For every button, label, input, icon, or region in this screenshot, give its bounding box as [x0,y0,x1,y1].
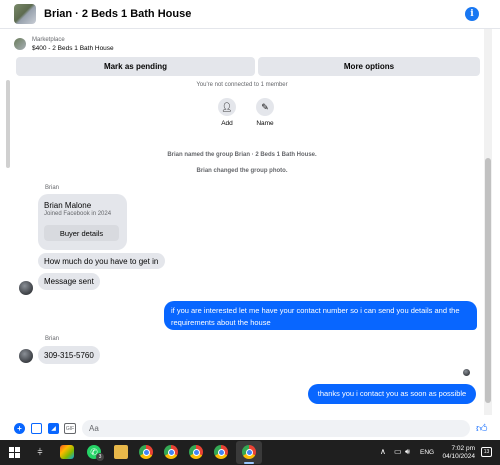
outgoing-message[interactable]: thanks you i contact you as soon as poss… [308,384,476,404]
system-message-changed-photo: Brian changed the group photo. [196,168,288,174]
windows-taskbar: ⫩ ✆ 3 ∧ ▭ 🔊︎ ENG 7:02 pm 04/10/2024 13 [0,440,500,465]
add-person-icon[interactable]: 👤︎ [218,98,236,116]
chevron-up-icon[interactable]: ∧ [380,447,386,456]
mark-as-pending-button[interactable]: Mark as pending [16,57,255,76]
buyer-profile-card: Brian Malone Joined Facebook in 2024 Buy… [38,194,127,250]
gif-icon[interactable]: GIF [64,423,76,434]
seen-avatar [463,369,470,376]
avatar[interactable] [19,349,33,363]
incoming-message[interactable]: 309-315-5760 [38,346,100,364]
incoming-message[interactable]: How much do you have to get in [38,253,165,269]
listing-thumbnail [14,38,26,50]
clock-time: 7:02 pm [451,445,476,452]
clock[interactable]: 7:02 pm 04/10/2024 [435,445,475,461]
sticker-icon[interactable]: ◢ [48,423,59,434]
buyer-joined: Joined Facebook in 2024 [44,211,112,217]
chrome-icon[interactable] [164,445,178,459]
notification-icon[interactable]: 13 [481,447,492,457]
incoming-message[interactable]: Message sent [38,273,100,290]
buyer-name[interactable]: Brian Malone [44,201,91,210]
active-indicator [244,462,254,464]
scrollbar-thumb[interactable] [485,158,491,403]
whatsapp-badge: 3 [96,453,104,461]
task-view-icon[interactable]: ⫩ [33,445,47,459]
info-icon[interactable]: i [465,7,479,21]
chrome-icon[interactable] [189,445,203,459]
sender-name: Brian [45,185,60,191]
buyer-details-button[interactable]: Buyer details [44,225,119,241]
message-composer: + ◢ GIF Aa 👍︎ [0,417,500,440]
chat-title[interactable]: Brian · 2 Beds 1 Bath House [44,8,191,20]
sender-name: Brian [45,336,60,342]
not-connected-notice: You're not connected to 1 member [196,82,288,88]
outgoing-message[interactable]: if you are interested let me have your c… [164,301,477,330]
name-group-action[interactable]: ✎ Name [256,98,274,127]
messenger-window: Brian · 2 Beds 1 Bath House i Marketplac… [0,0,500,465]
clock-date: 04/10/2024 [442,453,475,460]
photo-icon[interactable] [31,423,42,434]
thumbs-up-icon[interactable]: 👍︎ [476,422,488,435]
system-message-named-group: Brian named the group Brian · 2 Beds 1 B… [167,152,317,158]
group-photo[interactable] [14,4,36,24]
file-explorer-icon[interactable] [114,445,128,459]
pencil-icon[interactable]: ✎ [256,98,274,116]
message-input[interactable]: Aa [82,420,470,437]
windows-start-icon[interactable] [9,447,20,458]
store-icon[interactable] [60,445,74,459]
marketplace-label: Marketplace [32,36,65,43]
language-indicator[interactable]: ENG [420,449,434,456]
name-label: Name [256,120,274,127]
chrome-icon[interactable] [139,445,153,459]
volume-icon[interactable]: 🔊︎ [405,447,410,457]
chat-header: Brian · 2 Beds 1 Bath House i [0,0,500,29]
chrome-icon[interactable] [242,445,256,459]
more-options-button[interactable]: More options [258,57,480,76]
marketplace-listing[interactable]: Marketplace $400 - 2 Beds 1 Bath House [14,34,114,54]
avatar[interactable] [19,281,33,295]
listing-actions: Mark as pending More options [16,57,480,76]
chrome-icon[interactable] [214,445,228,459]
network-icon[interactable]: ▭ [394,447,402,456]
add-label: Add [221,120,233,127]
add-member-action[interactable]: 👤︎ Add [218,98,236,127]
plus-icon[interactable]: + [14,423,25,434]
listing-title: $400 - 2 Beds 1 Bath House [32,44,114,52]
